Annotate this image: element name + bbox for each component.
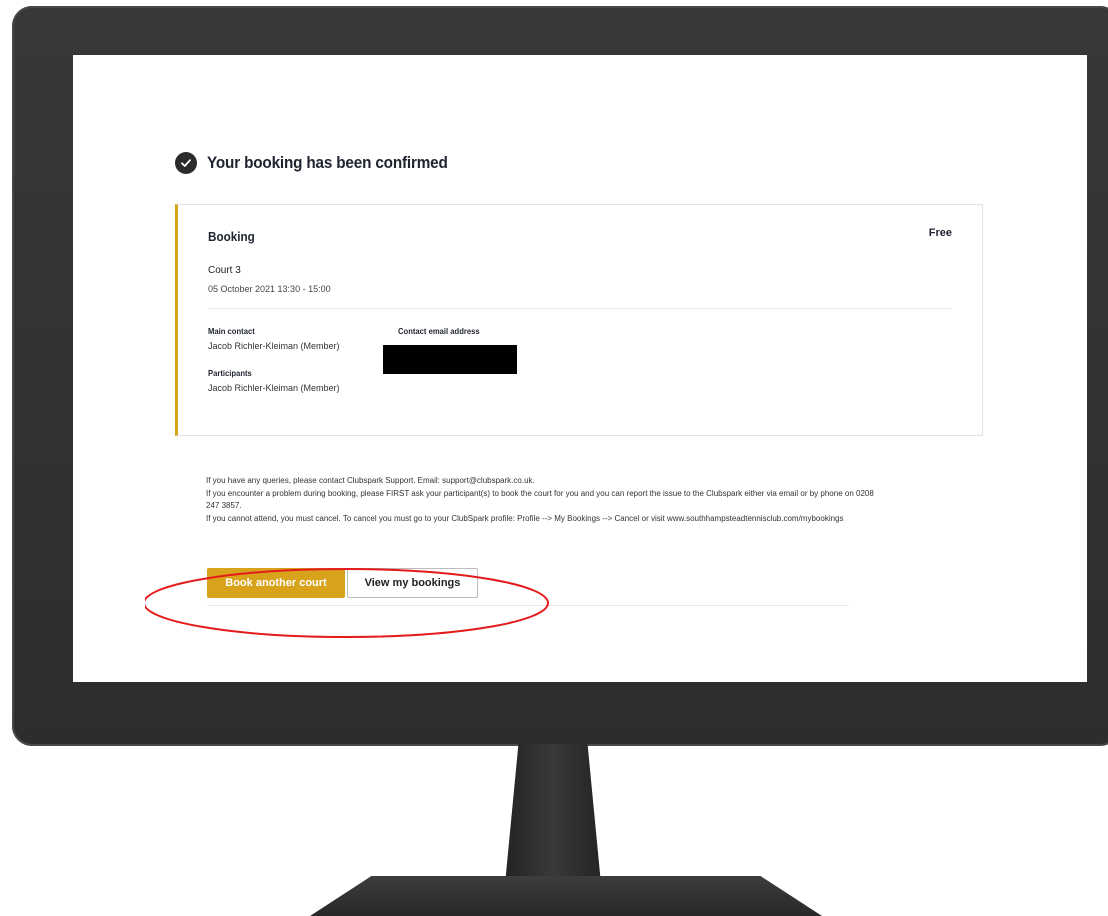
- monitor-frame: Your booking has been confirmed Booking …: [12, 6, 1108, 746]
- confirmation-header: Your booking has been confirmed: [175, 152, 474, 174]
- support-info: If you have any queries, please contact …: [206, 475, 886, 525]
- info-queries: If you have any queries, please contact …: [206, 476, 535, 485]
- booking-datetime: 05 October 2021 13:30 - 15:00: [208, 284, 331, 294]
- monitor-stand-base: [310, 876, 822, 916]
- view-my-bookings-button[interactable]: View my bookings: [347, 568, 478, 598]
- booking-title: Booking: [208, 229, 255, 244]
- info-problem: If you encounter a problem during bookin…: [206, 488, 874, 511]
- card-divider: [208, 308, 952, 309]
- page-title: Your booking has been confirmed: [207, 153, 448, 172]
- booking-card: Booking Free Court 3 05 October 2021 13:…: [175, 204, 983, 436]
- book-another-court-button[interactable]: Book another court: [207, 568, 345, 598]
- court-name: Court 3: [208, 265, 241, 276]
- booking-price: Free: [928, 227, 952, 239]
- participants-value: Jacob Richler-Kleiman (Member): [208, 383, 340, 393]
- main-contact-value: Jacob Richler-Kleiman (Member): [208, 341, 340, 351]
- participants-label: Participants: [208, 368, 252, 378]
- info-cancel: If you cannot attend, you must cancel. T…: [206, 513, 844, 523]
- check-circle-icon: [175, 152, 197, 174]
- redacted-email: [383, 345, 517, 374]
- screen: Your booking has been confirmed Booking …: [73, 55, 1087, 682]
- bottom-divider: [207, 605, 849, 606]
- email-label: Contact email address: [398, 326, 480, 336]
- action-buttons: Book another court View my bookings: [207, 568, 478, 598]
- main-contact-label: Main contact: [208, 326, 255, 336]
- monitor-stand-neck: [505, 744, 601, 884]
